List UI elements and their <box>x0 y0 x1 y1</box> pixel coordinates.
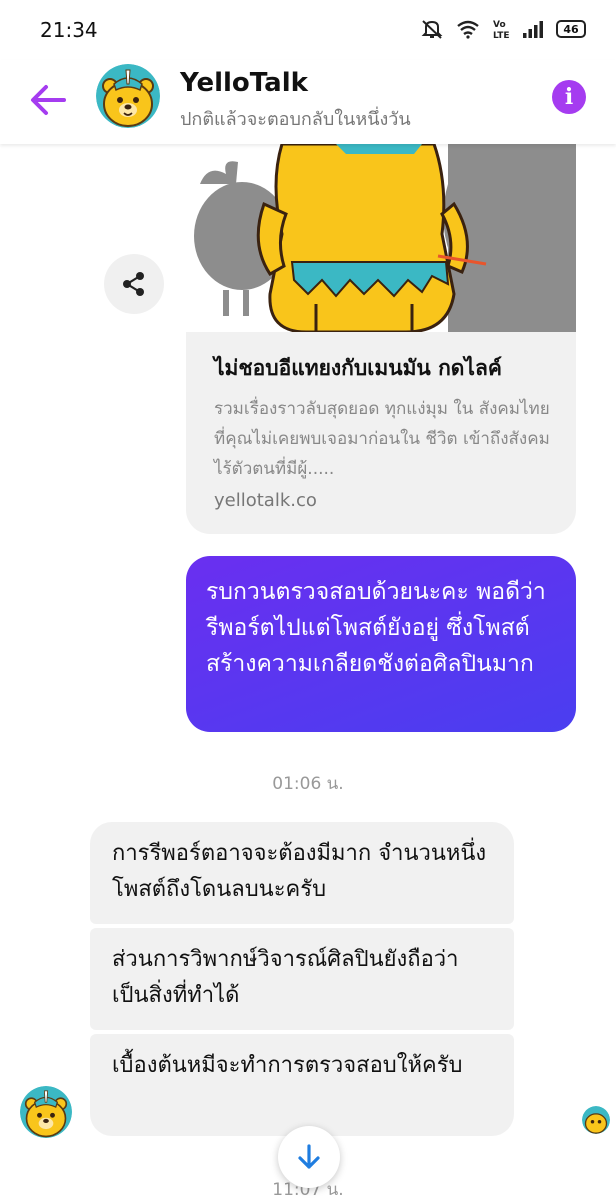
link-domain: yellotalk.co <box>214 490 317 511</box>
bear-mascot-icon <box>96 64 160 128</box>
outgoing-message[interactable]: รบกวนตรวจสอบด้วยนะคะ พอดีว่ารีพอร์ตไปแต่… <box>186 556 576 732</box>
link-description: รวมเรื่องราวลับสุดยอด ทุกแง่มุม ใน สังคม… <box>214 399 550 479</box>
incoming-message[interactable]: ส่วนการวิพากษ์วิจารณ์ศิลปินยังถือว่าเป็น… <box>90 928 514 1030</box>
contact-name: YelloTalk <box>180 68 308 98</box>
signal-icon <box>523 21 543 38</box>
volte-icon: Vo LTE <box>493 20 510 40</box>
status-time: 21:34 <box>40 18 98 42</box>
link-preview-image <box>186 144 576 334</box>
status-bar: 21:34 Vo LTE 46 <box>0 0 616 60</box>
bear-mascot-icon <box>582 1106 610 1134</box>
bear-mascot-icon <box>20 1086 72 1138</box>
wifi-icon <box>457 20 479 39</box>
mascot-illustration <box>194 144 576 334</box>
contact-status: ปกติแล้วจะตอบกลับในหนึ่งวัน <box>180 109 411 130</box>
avatar[interactable] <box>96 64 160 128</box>
back-button[interactable] <box>26 80 70 120</box>
battery-icon: 46 <box>556 20 586 38</box>
svg-text:LTE: LTE <box>493 31 510 40</box>
chat-header: YelloTalk ปกติแล้วจะตอบกลับในหนึ่งวัน i <box>0 60 616 144</box>
link-title: ไม่ชอบอีแทยงกับเมนมัน กดไลค์ <box>214 356 502 380</box>
message-timestamp: 01:06 น. <box>272 774 344 794</box>
incoming-message[interactable]: การรีพอร์ตอาจจะต้องมีมาก จำนวนหนึ่งโพสต์… <box>90 822 514 924</box>
info-icon: i <box>564 84 574 110</box>
svg-text:Vo: Vo <box>493 20 506 30</box>
read-receipt-avatar <box>582 1106 610 1134</box>
incoming-message[interactable]: เบื้องต้นหมีจะทำการตรวจสอบให้ครับ <box>90 1034 514 1136</box>
status-icons: Vo LTE 46 <box>420 18 586 40</box>
arrow-left-icon <box>31 85 66 115</box>
arrow-down-icon <box>298 1144 320 1169</box>
mute-icon <box>421 20 443 39</box>
avatar[interactable] <box>20 1086 72 1138</box>
link-preview-card[interactable]: ไม่ชอบอีแทยงกับเมนมัน กดไลค์ รวมเรื่องรา… <box>186 144 576 534</box>
share-icon <box>123 272 144 296</box>
share-button[interactable] <box>104 254 164 314</box>
scroll-to-bottom-button[interactable] <box>278 1126 340 1188</box>
info-button[interactable]: i <box>552 80 586 114</box>
